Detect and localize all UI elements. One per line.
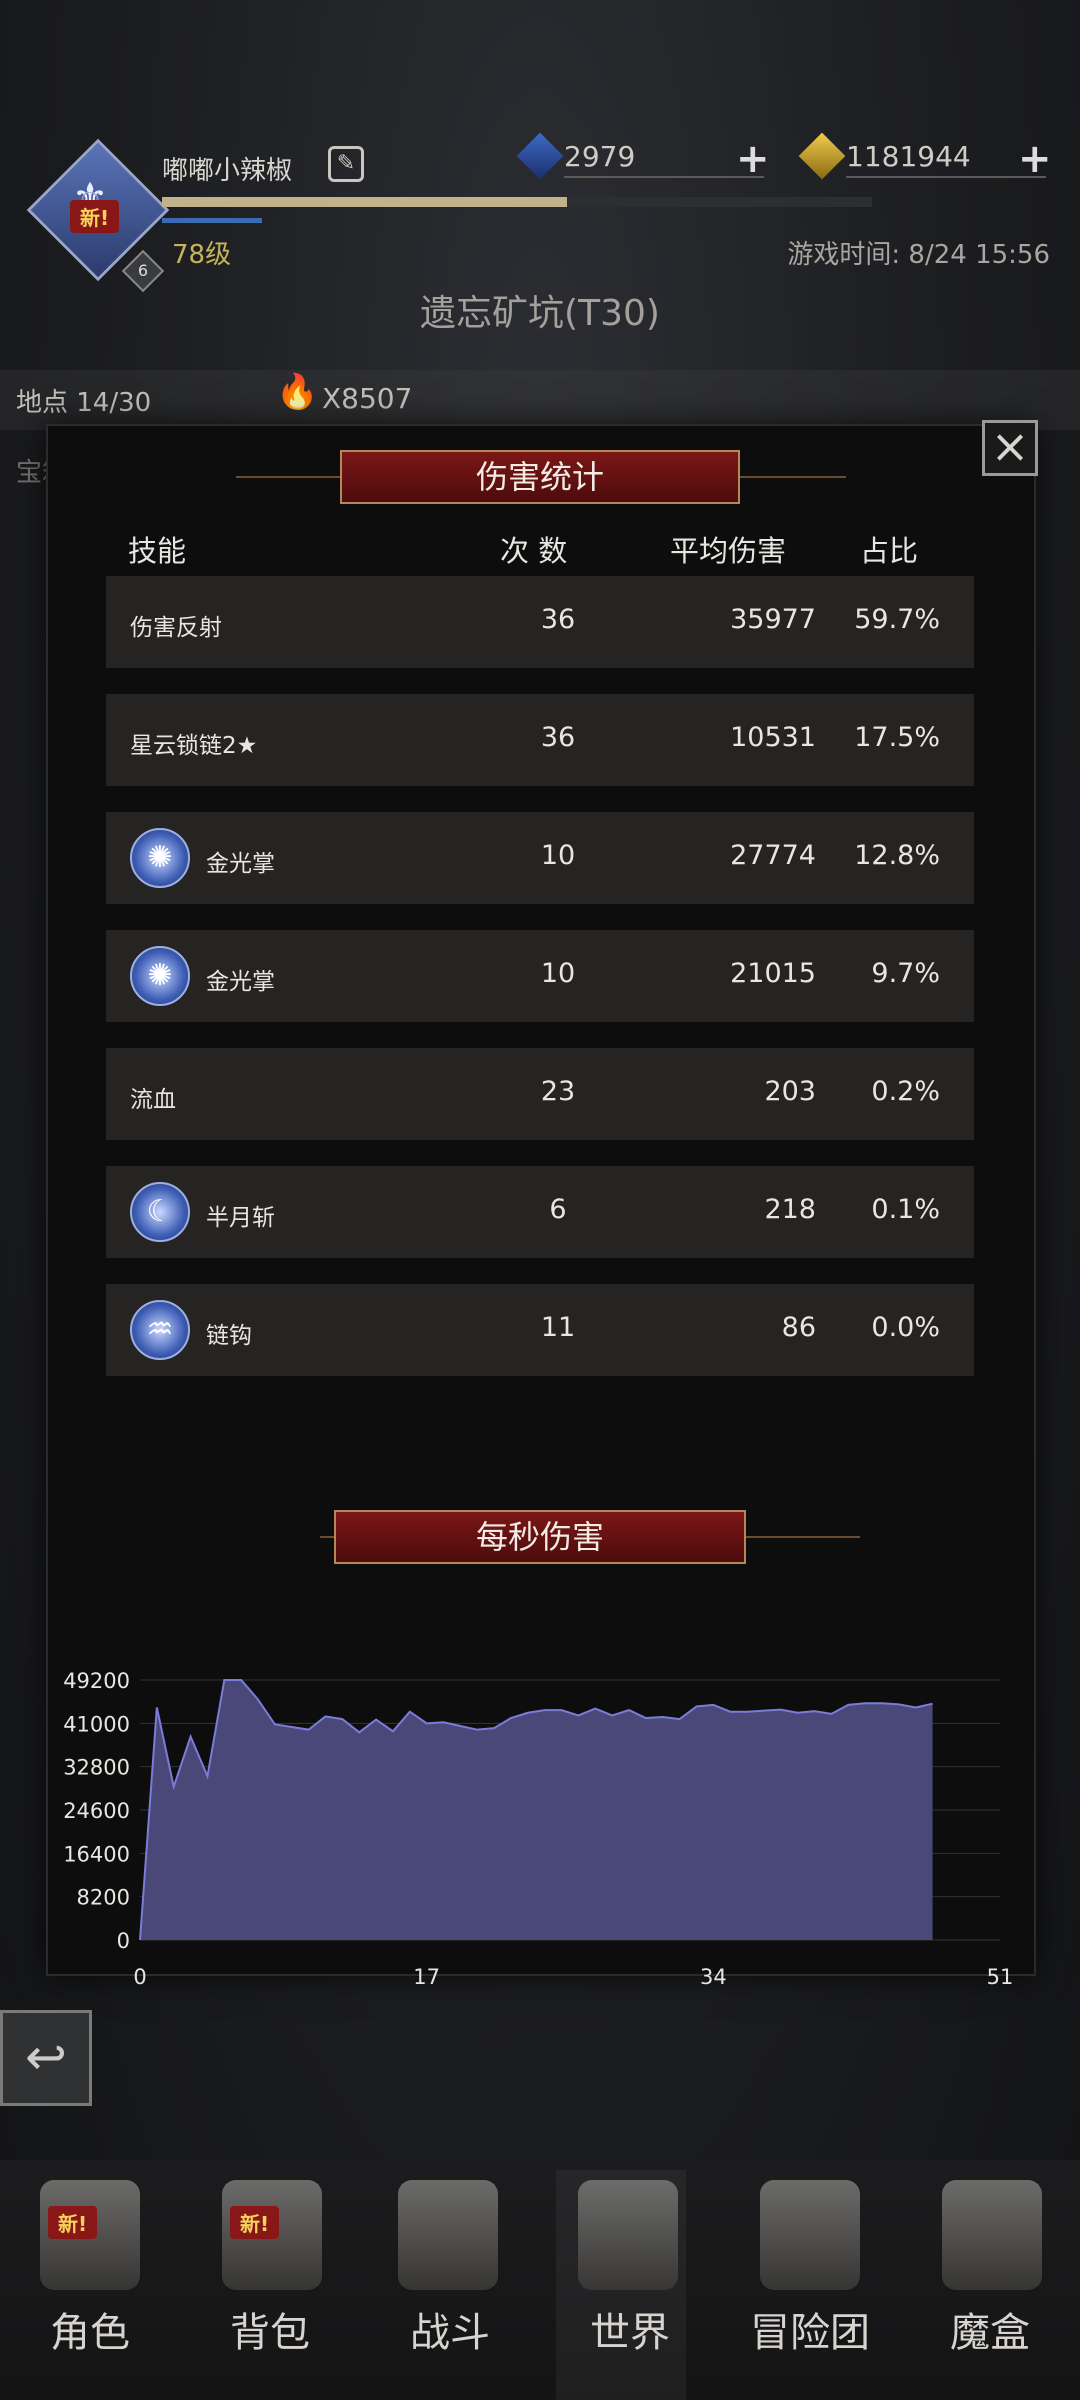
new-badge: 新! <box>48 2206 98 2239</box>
damage-share: 0.0% <box>871 1312 940 1343</box>
column-skill: 技能 <box>128 534 187 568</box>
x-tick-label: 0 <box>133 1965 146 1989</box>
table-row: ✺ 金光掌 10 27774 12.8% <box>106 812 974 904</box>
y-tick-label: 16400 <box>63 1842 130 1866</box>
x-tick-label: 17 <box>413 1965 440 1989</box>
hit-count: 11 <box>540 1312 576 1343</box>
nav-world[interactable]: 世界 <box>540 2300 720 2358</box>
add-gold-button[interactable]: + <box>1018 136 1052 182</box>
avg-damage: 21015 <box>730 958 816 989</box>
damage-stats-title: 伤害统计 <box>340 450 740 504</box>
hit-count: 36 <box>540 722 576 753</box>
nav-battle[interactable]: 战斗 <box>360 2300 540 2358</box>
currency-gold: 1181944 + <box>798 132 1060 182</box>
y-tick-label: 49200 <box>63 1669 130 1693</box>
damage-share: 17.5% <box>854 722 940 753</box>
y-tick-label: 32800 <box>63 1756 130 1780</box>
nav-backpack[interactable]: 背包 <box>180 2300 360 2358</box>
dps-chart: 0 8200 16400 24600 32800 41000 49200 0 17 34 51 <box>63 1669 1014 1989</box>
golden-palm-icon: ✺ <box>130 946 190 1006</box>
hit-count: 23 <box>540 1076 576 1107</box>
torch-count: X8507 <box>322 382 413 415</box>
table-row: 伤害反射 36 35977 59.7% <box>106 576 974 668</box>
add-gems-button[interactable]: + <box>736 136 770 182</box>
location-progress: 地点 14/30 <box>16 388 152 418</box>
dungeon-title: 遗忘矿坑(T30) <box>420 293 660 334</box>
golden-palm-icon: ✺ <box>130 828 190 888</box>
y-tick-label: 8200 <box>77 1886 130 1910</box>
skill-name: 伤害反射 <box>130 615 222 641</box>
player-level: 78级 <box>172 240 232 270</box>
column-avg-damage: 平均伤害 <box>670 534 787 568</box>
gold-underline <box>846 176 1046 178</box>
gem-icon <box>516 132 564 180</box>
chain-hook-icon: ♒ <box>130 1300 190 1360</box>
damage-share: 0.1% <box>871 1194 940 1225</box>
damage-share: 0.2% <box>871 1076 940 1107</box>
avg-damage: 35977 <box>730 604 816 635</box>
edit-name-icon[interactable]: ✎ <box>328 146 364 182</box>
exp-bar <box>162 197 872 207</box>
hit-count: 10 <box>540 958 576 989</box>
player-header: ⚜ 新! 6 嘟嘟小辣椒 ✎ 78级 游戏时间: 8/24 15:56 2979… <box>0 0 1080 360</box>
skill-name: 流血 <box>130 1087 176 1113</box>
skill-name: 半月斩 <box>206 1205 275 1231</box>
y-tick-label: 0 <box>117 1929 130 1953</box>
nav-character[interactable]: 角色 <box>0 2300 180 2358</box>
secondary-bar <box>162 218 262 223</box>
damage-share: 9.7% <box>871 958 940 989</box>
world-map-icon[interactable] <box>578 2180 678 2290</box>
x-tick-label: 51 <box>987 1965 1014 1989</box>
hit-count: 36 <box>540 604 576 635</box>
avg-damage: 218 <box>764 1194 816 1225</box>
dps-title: 每秒伤害 <box>334 1510 746 1564</box>
avg-damage: 27774 <box>730 840 816 871</box>
table-row: 流血 23 203 0.2% <box>106 1048 974 1140</box>
adventure-guild-icon[interactable] <box>760 2180 860 2290</box>
skill-name: 金光掌 <box>206 969 275 995</box>
new-badge: 新! <box>70 200 120 233</box>
avg-damage: 203 <box>764 1076 816 1107</box>
game-time: 游戏时间: 8/24 15:56 <box>787 240 1050 270</box>
nav-magic-box[interactable]: 魔盒 <box>900 2300 1080 2358</box>
new-badge: 新! <box>230 2206 280 2239</box>
gem-count: 2979 <box>564 140 636 173</box>
skill-name: 金光掌 <box>206 851 275 877</box>
gold-count: 1181944 <box>846 140 971 173</box>
gem-underline <box>564 176 764 178</box>
damage-share: 12.8% <box>854 840 940 871</box>
hit-count: 10 <box>540 840 576 871</box>
y-tick-label: 24600 <box>63 1799 130 1823</box>
skill-name: 星云锁链2★ <box>130 733 258 759</box>
nav-adventure-guild[interactable]: 冒险团 <box>720 2300 900 2358</box>
damage-share: 59.7% <box>854 604 940 635</box>
x-tick-label: 34 <box>700 1965 727 1989</box>
y-tick-label: 41000 <box>63 1712 130 1736</box>
table-row: 星云锁链2★ 36 10531 17.5% <box>106 694 974 786</box>
avg-damage: 86 <box>781 1312 816 1343</box>
torch-icon: 🔥 <box>276 372 319 412</box>
half-moon-slash-icon: ☾ <box>130 1182 190 1242</box>
bottom-nav <box>0 2160 1080 2400</box>
back-arrow-icon[interactable]: ↩ <box>0 2010 92 2106</box>
player-name: 嘟嘟小辣椒 <box>162 156 293 186</box>
hit-count: 6 <box>549 1194 567 1225</box>
gold-icon <box>798 132 846 180</box>
column-share: 占比 <box>860 534 919 568</box>
close-icon[interactable]: × <box>982 420 1038 476</box>
table-row: ♒ 链钩 11 86 0.0% <box>106 1284 974 1376</box>
table-row: ☾ 半月斩 6 218 0.1% <box>106 1166 974 1258</box>
battle-icon[interactable] <box>398 2180 498 2290</box>
avg-damage: 10531 <box>730 722 816 753</box>
table-row: ✺ 金光掌 10 21015 9.7% <box>106 930 974 1022</box>
exp-bar-fill <box>162 197 567 207</box>
magic-box-icon[interactable] <box>942 2180 1042 2290</box>
column-count: 次 数 <box>500 534 568 568</box>
location-bar: 地点 14/30 <box>0 370 1080 430</box>
dps-area <box>140 1680 933 1940</box>
skill-name: 链钩 <box>206 1323 252 1349</box>
